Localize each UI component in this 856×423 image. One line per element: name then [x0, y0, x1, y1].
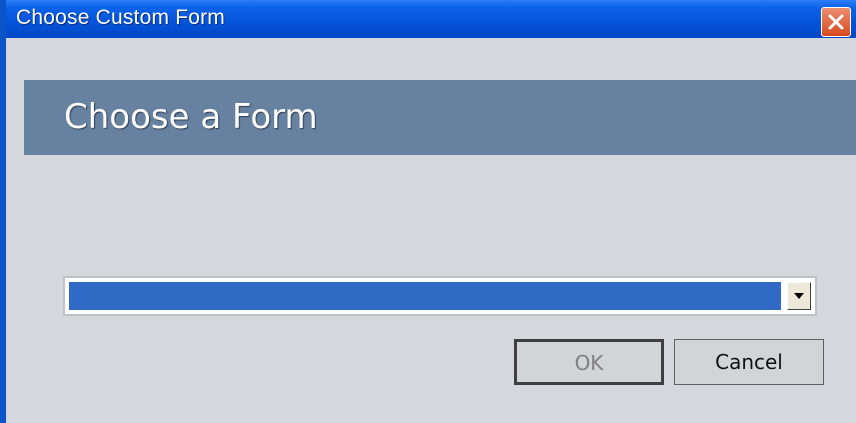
ok-button[interactable]: OK [514, 339, 664, 385]
form-select[interactable] [63, 276, 817, 316]
dialog-window: Choose Custom Form Choose a Form OK Canc… [0, 0, 856, 423]
form-select-value[interactable] [69, 282, 781, 310]
header-band: Choose a Form [24, 80, 856, 155]
cancel-button[interactable]: Cancel [674, 339, 824, 385]
page-heading: Choose a Form [64, 97, 318, 137]
dropdown-button[interactable] [787, 282, 811, 310]
window-title: Choose Custom Form [16, 6, 225, 29]
title-bar[interactable]: Choose Custom Form [6, 0, 856, 38]
close-button[interactable] [821, 7, 851, 37]
